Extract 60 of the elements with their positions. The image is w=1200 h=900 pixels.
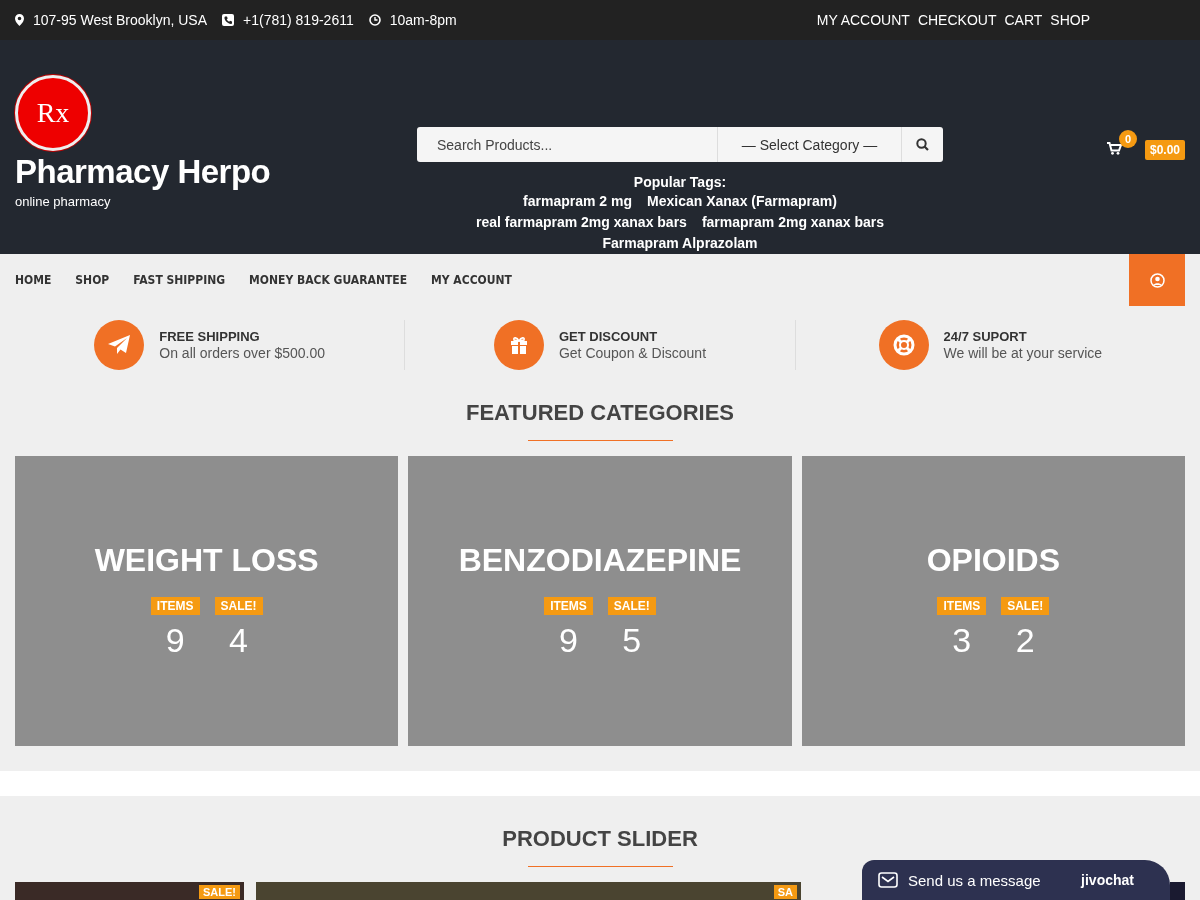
clock-icon <box>368 14 381 26</box>
sale-badge: SA <box>773 885 797 899</box>
search-field[interactable]: Search Products... <box>417 127 717 162</box>
tag-link[interactable]: Mexican Xanax (Farmapram) <box>647 191 837 212</box>
items-label: ITEMS <box>544 597 593 615</box>
category-select[interactable]: — Select Category — <box>717 127 901 162</box>
feature-title: GET DISCOUNT <box>558 329 659 344</box>
chat-prompt: Send us a message <box>908 871 1041 889</box>
top-link[interactable]: SHOP <box>1050 12 1090 28</box>
section-heading: PRODUCT SLIDER <box>501 826 699 852</box>
feature-description: On all orders over $500.00 <box>159 345 326 361</box>
gift-icon <box>493 320 544 370</box>
user-icon <box>1149 272 1165 288</box>
chat-dialog[interactable]: Send us a message jivochat <box>862 860 1170 900</box>
nav-link[interactable]: MONEY BACK GUARANTEE <box>249 273 408 287</box>
nav-link[interactable]: MY ACCOUNT <box>431 273 512 287</box>
top-link[interactable]: CART <box>1004 12 1043 28</box>
lifebuoy-icon <box>878 320 929 370</box>
envelope-icon <box>878 872 898 888</box>
tag-link[interactable]: farmapram 2 mg <box>523 191 633 212</box>
tag-link[interactable]: Farmapram Alprazolam <box>602 233 758 254</box>
contact-text: +1(781) 819-2611 <box>243 12 354 28</box>
site-tagline: online pharmacy <box>15 194 112 209</box>
sale-badge: SALE! <box>199 885 240 899</box>
tag-link[interactable]: real farmapram 2mg xanax bars <box>476 212 687 233</box>
feature-title: FREE SHIPPING <box>159 329 261 344</box>
search-icon <box>916 138 929 151</box>
location-pin-icon <box>15 14 24 26</box>
phone-icon <box>222 14 235 26</box>
chat-brand-logo: jivochat <box>1081 872 1134 888</box>
top-link[interactable]: CHECKOUT <box>917 12 997 28</box>
sale-label: SALE! <box>1001 597 1050 615</box>
items-count: 3 <box>952 621 972 660</box>
sale-label: SALE! <box>607 597 656 615</box>
paper-plane-icon <box>94 320 145 370</box>
sale-count: 4 <box>229 621 248 660</box>
sale-label: SALE! <box>214 597 263 615</box>
tag-link[interactable]: farmapram 2mg xanax bars <box>701 212 884 233</box>
items-label: ITEMS <box>937 597 987 615</box>
rx-logo[interactable]: Rx <box>15 75 91 151</box>
items-count: 9 <box>559 621 578 660</box>
nav-link[interactable]: SHOP <box>75 273 110 287</box>
contact-text: 10am-8pm <box>389 12 457 28</box>
feature-title: 24/7 SUPORT <box>943 329 1028 344</box>
sale-count: 2 <box>1015 621 1035 660</box>
cart-count-badge: 0 <box>1118 130 1137 148</box>
sale-count: 5 <box>622 621 642 660</box>
cart-icon[interactable] <box>1106 142 1122 155</box>
items-count: 9 <box>165 621 185 660</box>
nav-link[interactable]: FAST SHIPPING <box>133 273 226 287</box>
feature-description: We will be at your service <box>943 345 1103 361</box>
top-link[interactable]: MY ACCOUNT <box>816 12 910 28</box>
nav-link[interactable]: HOME <box>15 273 52 287</box>
feature-description: Get Coupon & Discount <box>558 345 707 361</box>
popular-tags-heading: Popular Tags: <box>633 174 727 191</box>
contact-text: 107-95 West Brooklyn, USA <box>33 12 208 28</box>
search-button[interactable] <box>901 127 943 162</box>
section-heading: FEATURED CATEGORIES <box>464 400 736 426</box>
items-label: ITEMS <box>150 597 200 615</box>
site-name[interactable]: Pharmacy Herpo <box>15 153 417 191</box>
